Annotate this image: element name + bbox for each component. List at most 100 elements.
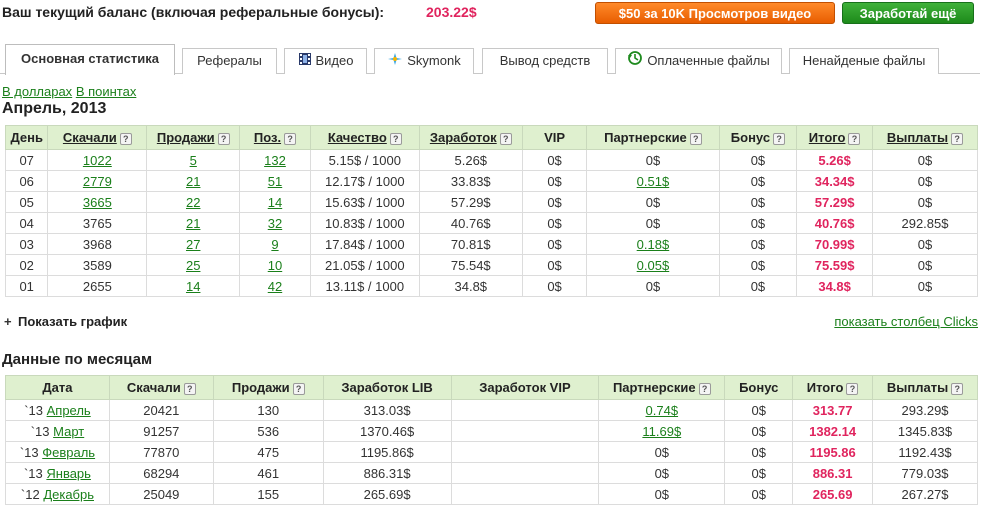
tab-skymonk[interactable]: Skymonk [374,48,474,74]
table-cell: 0.05$ [586,254,720,276]
column-header[interactable]: Продажи? [212,375,324,400]
table-row: 01 2655 14 42 13.11$ / 1000 34.8$ 0$ 0$ 0$ 34.8$ 0… [4,275,979,297]
month-link[interactable]: Февраль [42,445,95,460]
tab-video[interactable]: Видео [284,48,367,74]
help-icon[interactable]: ? [951,382,964,395]
column-header[interactable]: Партнерские? [586,125,720,150]
tab-main-stats[interactable]: Основная статистика [5,44,175,75]
cell-link[interactable]: 0.51$ [637,174,670,189]
history-icon [627,50,643,74]
column-header[interactable]: Итого? [792,375,874,400]
help-icon[interactable]: ? [217,132,230,145]
cell-value: 0$ [917,236,933,252]
cell-value: 0$ [547,173,562,189]
table-cell: 0$ [521,170,588,192]
cell-value: 13.11$ / 1000 [325,278,405,294]
cell-link[interactable]: 32 [268,216,282,231]
cell-link[interactable]: 27 [186,237,200,252]
column-header[interactable]: Качество? [309,125,420,150]
column-header[interactable]: Выплаты? [871,125,979,150]
column-header-label: День [10,130,43,145]
cell-link[interactable]: 5 [190,153,197,168]
cell-link[interactable]: 3665 [83,195,112,210]
cell-link[interactable]: 2779 [83,174,112,189]
cell-link[interactable]: 132 [264,153,286,168]
show-graph-toggle[interactable]: + Показать график [4,314,127,329]
table-row: 04 3765 21 32 10.83$ / 1000 40.76$ 0$ 0$ 0$ 40.76… [4,212,979,234]
help-icon[interactable]: ? [689,132,702,145]
cell-link[interactable]: 0.18$ [637,237,670,252]
column-header-label: Партнерские [612,380,696,395]
help-icon[interactable]: ? [389,132,402,145]
month-link[interactable]: Март [53,424,84,439]
column-header[interactable]: Бонус [724,375,794,400]
cell-link[interactable]: 51 [268,174,282,189]
cell-link[interactable]: 9 [271,237,278,252]
cell-link[interactable]: 10 [268,258,282,273]
help-icon[interactable]: ? [773,132,786,145]
help-icon[interactable]: ? [846,382,859,395]
cell-link[interactable]: 11.69$ [642,424,681,439]
month-link[interactable]: Апрель [47,403,91,418]
help-icon[interactable]: ? [119,132,132,145]
column-header[interactable]: Партнерские? [598,375,726,400]
cell-link[interactable]: 42 [268,279,282,294]
units-dollars-link[interactable]: В долларах [2,84,72,99]
earn-more-button[interactable]: Заработай ещё [842,2,974,24]
help-icon[interactable]: ? [292,382,305,395]
cell-link[interactable]: 21 [186,174,200,189]
cell-link[interactable]: 21 [186,216,200,231]
month-link[interactable]: Январь [46,466,91,481]
table-cell: 5.26$ [796,149,873,171]
tab-referrals[interactable]: Рефералы [182,48,277,74]
table-cell: 1382.14 [792,420,874,442]
column-header[interactable]: Заработок VIP [450,375,600,400]
cell-value: 3589 [82,257,112,273]
help-icon[interactable]: ? [848,132,861,145]
column-header[interactable]: Продажи? [146,125,241,150]
table-cell: 11.69$ [598,420,726,442]
table-cell: 0$ [586,149,720,171]
column-header[interactable]: Дата [5,375,110,400]
column-header[interactable]: Заработок LIB [322,375,452,400]
cell-value: 0$ [751,486,766,502]
table-cell: 25049 [108,483,214,505]
column-header[interactable]: Выплаты? [872,375,978,400]
month-link[interactable]: Декабрь [43,487,94,502]
help-icon[interactable]: ? [183,382,196,395]
column-header[interactable]: Скачали? [47,125,148,150]
cell-link[interactable]: 1022 [83,153,112,168]
help-icon[interactable]: ? [284,132,297,145]
units-points-link[interactable]: В поинтах [76,84,137,99]
cell-value: 475 [257,444,280,460]
column-header[interactable]: Бонус? [718,125,798,150]
cell-value: 70.99$ [814,236,855,252]
cell-link[interactable]: 14 [186,279,200,294]
tab-missing-files[interactable]: Ненайденые файлы [789,48,939,74]
cell-link[interactable]: 0.05$ [637,258,670,273]
help-icon[interactable]: ? [698,382,711,395]
cell-link[interactable]: 14 [268,195,282,210]
balance-label: Ваш текущий баланс (включая реферальные … [2,4,385,20]
column-header[interactable]: Итого? [796,125,873,150]
promo-video-button[interactable]: $50 за 10K Просмотров видео [595,2,835,24]
cell-value: 265.69$ [363,486,411,502]
table-cell: 0$ [724,462,794,484]
column-header[interactable]: VIP [521,125,588,150]
column-header[interactable]: Поз.? [239,125,311,150]
table-cell: 34.8$ [796,275,873,297]
column-header[interactable]: Заработок? [418,125,523,150]
help-icon[interactable]: ? [951,132,964,145]
column-header[interactable]: Скачали? [108,375,214,400]
cell-link[interactable]: 0.74$ [646,403,679,418]
column-header-label: Выплаты [886,380,949,395]
cell-link[interactable]: 22 [186,195,200,210]
table-cell: 130 [212,399,324,421]
help-icon[interactable]: ? [499,132,512,145]
tab-withdrawal[interactable]: Вывод средств [482,48,608,74]
cell-link[interactable]: 25 [186,258,200,273]
tab-paid-files[interactable]: Оплаченные файлы [615,48,782,74]
show-clicks-column-link[interactable]: показать столбец Clicks [834,314,978,329]
cell-value: 0$ [750,236,766,252]
column-header[interactable]: День [4,125,49,150]
